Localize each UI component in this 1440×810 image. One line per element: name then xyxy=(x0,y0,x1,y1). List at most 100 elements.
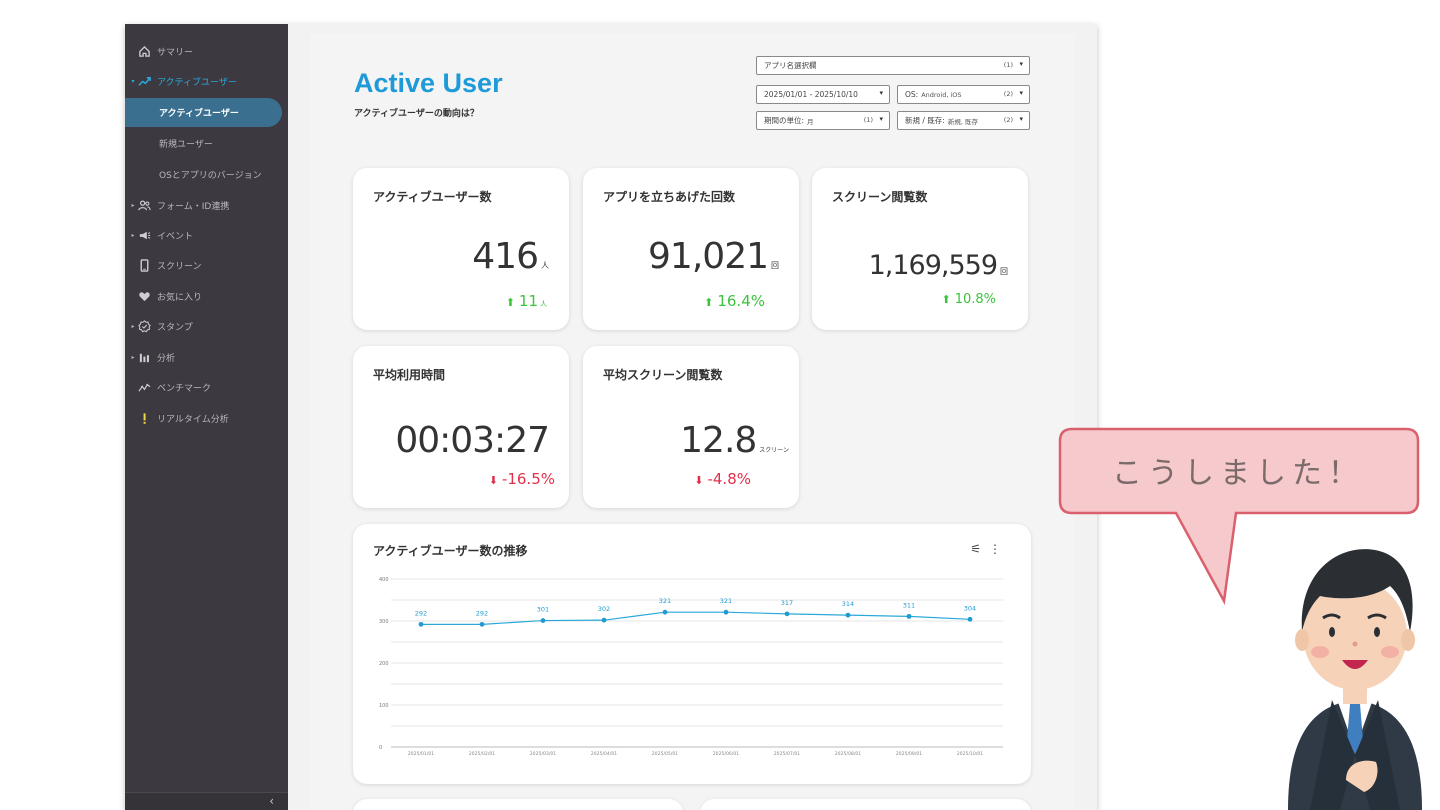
users-icon xyxy=(137,198,151,212)
kpi-card-active-users: アクティブユーザー数 416 人 ⬆ 11 人 xyxy=(353,168,569,330)
data-point xyxy=(479,621,485,627)
sidebar-item-label: リアルタイム分析 xyxy=(157,414,229,425)
sidebar-item-label: アクティブユーザー xyxy=(159,109,239,119)
app-select-filter[interactable]: アプリ名選択欄 (1) ▾ xyxy=(756,56,1030,75)
filter-label: アプリ名選択欄 xyxy=(764,61,817,70)
kpi-delta-value: 16.4% xyxy=(717,292,765,310)
kpi-title: 平均利用時間 xyxy=(373,368,446,382)
kpi-card-screen-views: スクリーン閲覧数 1,169,559 回 ⬆ 10.8% xyxy=(812,168,1028,330)
data-label: 292 xyxy=(476,609,488,617)
filter-count: (1) xyxy=(1003,61,1013,69)
sidebar-collapse-button[interactable]: ‹ xyxy=(125,792,288,810)
data-label: 314 xyxy=(842,600,854,608)
kpi-unit: スクリーン xyxy=(759,447,789,454)
series-line xyxy=(421,611,971,625)
period-unit-filter[interactable]: 期間の単位: 月 (1) ▾ xyxy=(756,111,890,130)
kpi-number: 1,169,559 xyxy=(868,250,998,281)
filter-count: (2) xyxy=(1003,90,1013,98)
sidebar-item-favorites[interactable]: お気に入り xyxy=(125,283,288,309)
os-filter[interactable]: OS: Android, iOS (2) ▾ xyxy=(897,85,1030,104)
sidebar-item-label: アクティブユーザー xyxy=(157,77,237,88)
data-label: 321 xyxy=(720,597,732,605)
data-point xyxy=(601,617,607,623)
data-point xyxy=(967,616,973,622)
chart-card-active-user-trend: アクティブユーザー数の推移 ⚟⋮ 0 100 200 300 400 2025/01/01… xyxy=(353,524,1031,784)
kpi-delta: ⬇ -16.5% xyxy=(489,470,555,488)
filter-label: 2025/01/01 - 2025/10/10 xyxy=(764,90,858,99)
kpi-number: 91,021 xyxy=(648,236,769,277)
sidebar-item-form-id[interactable]: ▸ フォーム・ID連携 xyxy=(125,192,288,218)
data-point xyxy=(662,609,668,615)
dropdown-arrow-icon: ▾ xyxy=(879,89,883,97)
caret-right-icon: ▸ xyxy=(131,322,135,330)
sidebar-item-realtime[interactable]: リアルタイム分析 xyxy=(125,405,288,431)
kpi-unit: 回 xyxy=(1000,267,1008,276)
kpi-delta-value: 11 xyxy=(518,292,538,310)
badge-check-icon xyxy=(137,319,151,333)
kpi-number: 12.8 xyxy=(680,420,757,461)
page-subtitle: アクティブユーザーの動向は？ xyxy=(354,109,479,119)
arrow-down-icon: ⬇ xyxy=(488,474,498,487)
bar-chart-icon xyxy=(137,350,151,364)
data-label: 292 xyxy=(415,609,427,617)
x-tick-label: 2025/04/01 xyxy=(591,751,618,757)
sidebar-item-benchmark[interactable]: ベンチマーク xyxy=(125,374,288,400)
trending-up-icon xyxy=(137,74,151,88)
data-label: 317 xyxy=(781,599,793,607)
speech-bubble-text: こうしました！ xyxy=(1112,456,1364,491)
filter-count: (1) xyxy=(863,116,873,124)
x-tick-label: 2025/01/01 xyxy=(408,751,435,757)
data-point xyxy=(784,611,790,617)
filter-label: OS: xyxy=(905,90,919,99)
sidebar-item-label: イベント xyxy=(157,231,194,242)
caret-right-icon: ▸ xyxy=(131,231,135,239)
sidebar-item-analysis[interactable]: ▸ 分析 xyxy=(125,344,288,370)
sidebar-item-os-app-version[interactable]: OSとアプリのバージョン xyxy=(125,161,288,187)
filter-value: Android, iOS xyxy=(921,90,962,99)
sidebar-item-screen[interactable]: スクリーン xyxy=(125,252,288,278)
sidebar-item-summary[interactable]: サマリー xyxy=(125,38,288,64)
kpi-title: スクリーン閲覧数 xyxy=(832,190,928,204)
kpi-delta-value: -16.5% xyxy=(501,470,555,488)
kpi-delta: ⬆ 11 人 xyxy=(506,292,547,310)
kpi-unit: 回 xyxy=(771,261,779,270)
caret-right-icon: ▸ xyxy=(131,201,135,209)
kpi-value: 00:03:27 xyxy=(395,420,550,461)
data-point xyxy=(723,609,729,615)
data-label: 311 xyxy=(903,601,915,609)
data-label: 321 xyxy=(659,597,671,605)
sidebar: サマリー ▾ アクティブユーザー アクティブユーザー 新規ユーザー OSとアプリ… xyxy=(125,24,288,810)
date-range-filter[interactable]: 2025/01/01 - 2025/10/10 ▾ xyxy=(756,85,890,104)
y-tick-label: 300 xyxy=(379,619,389,625)
dropdown-arrow-icon: ▾ xyxy=(1019,89,1023,97)
kpi-delta: ⬆ 16.4% xyxy=(704,292,765,310)
filter-value: 新規, 既存 xyxy=(947,117,978,126)
sidebar-item-active-user[interactable]: ▾ アクティブユーザー xyxy=(125,68,288,94)
filter-value: 月 xyxy=(807,117,814,126)
exclamation-icon xyxy=(137,411,151,425)
filter-label: 期間の単位: xyxy=(764,116,805,125)
arrow-up-icon: ⬆ xyxy=(941,293,951,306)
home-icon xyxy=(137,44,151,58)
y-tick-label: 100 xyxy=(379,703,389,709)
kpi-value: 91,021 回 xyxy=(648,236,779,277)
kpi-delta: ⬇ -4.8% xyxy=(694,470,751,488)
sidebar-item-stamp[interactable]: ▸ スタンプ xyxy=(125,313,288,339)
sidebar-item-label: スタンプ xyxy=(157,322,193,333)
app-window: サマリー ▾ アクティブユーザー アクティブユーザー 新規ユーザー OSとアプリ… xyxy=(125,24,1097,810)
data-point xyxy=(418,621,424,627)
sidebar-item-active-user-sub[interactable]: アクティブユーザー xyxy=(125,98,282,127)
new-existing-filter[interactable]: 新規 / 既存: 新規, 既存 (2) ▾ xyxy=(897,111,1030,130)
sidebar-item-label: スクリーン xyxy=(157,261,202,272)
kpi-title: アクティブユーザー数 xyxy=(373,190,492,204)
next-card-left xyxy=(353,799,683,810)
page-title: Active User xyxy=(354,68,503,98)
dropdown-arrow-icon: ▾ xyxy=(879,115,883,123)
sidebar-item-new-users[interactable]: 新規ユーザー xyxy=(125,130,288,156)
filter-label: 新規 / 既存: xyxy=(905,116,945,125)
kpi-number: 416 xyxy=(472,236,539,277)
sidebar-item-events[interactable]: ▸ イベント xyxy=(125,222,288,248)
sidebar-item-label: 分析 xyxy=(157,353,176,364)
kpi-title: 平均スクリーン閲覧数 xyxy=(603,368,723,382)
kpi-card-avg-time: 平均利用時間 00:03:27 ⬇ -16.5% xyxy=(353,346,569,508)
